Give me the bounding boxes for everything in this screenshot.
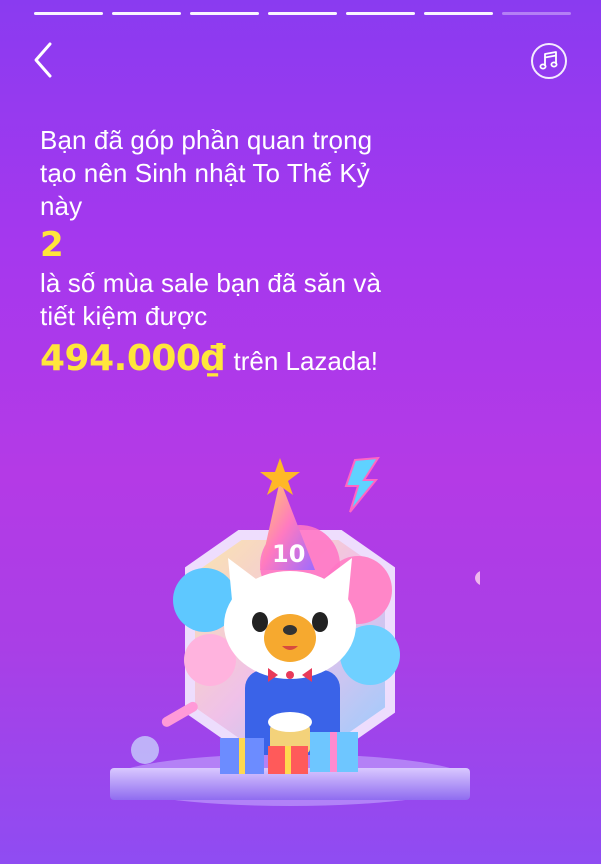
progress-segment bbox=[190, 12, 259, 15]
sale-seasons-count: 2 bbox=[40, 225, 64, 265]
chevron-left-icon bbox=[34, 42, 52, 78]
message-line: Bạn đã góp phần quan trọng bbox=[40, 125, 373, 155]
progress-segment bbox=[424, 12, 493, 15]
story-progress-bar bbox=[34, 12, 571, 15]
message-line: tạo nên Sinh nhật To Thế Kỷ bbox=[40, 158, 370, 188]
progress-segment bbox=[268, 12, 337, 15]
illustration-graphic: 10 bbox=[110, 456, 495, 806]
message-line: là số mùa sale bạn đã săn và bbox=[40, 268, 382, 298]
progress-segment bbox=[112, 12, 181, 15]
message-line: này bbox=[40, 191, 83, 221]
progress-segment bbox=[346, 12, 415, 15]
savings-row: 494.000₫ trên Lazada! bbox=[40, 337, 560, 388]
summary-message: Bạn đã góp phần quan trọng tạo nên Sinh … bbox=[40, 124, 560, 388]
message-line: tiết kiệm được bbox=[40, 301, 208, 331]
birthday-mascot-illustration: 10 bbox=[100, 450, 495, 820]
music-note-icon bbox=[539, 51, 558, 70]
music-toggle-button[interactable] bbox=[531, 43, 567, 79]
progress-segment bbox=[34, 12, 103, 15]
amount-suffix: trên Lazada! bbox=[233, 346, 379, 376]
back-button[interactable] bbox=[28, 40, 58, 80]
svg-text:10: 10 bbox=[272, 540, 305, 568]
progress-segment-pending bbox=[502, 12, 571, 15]
saved-amount: 494.000₫ bbox=[40, 338, 226, 379]
lightning-icon bbox=[344, 456, 380, 513]
